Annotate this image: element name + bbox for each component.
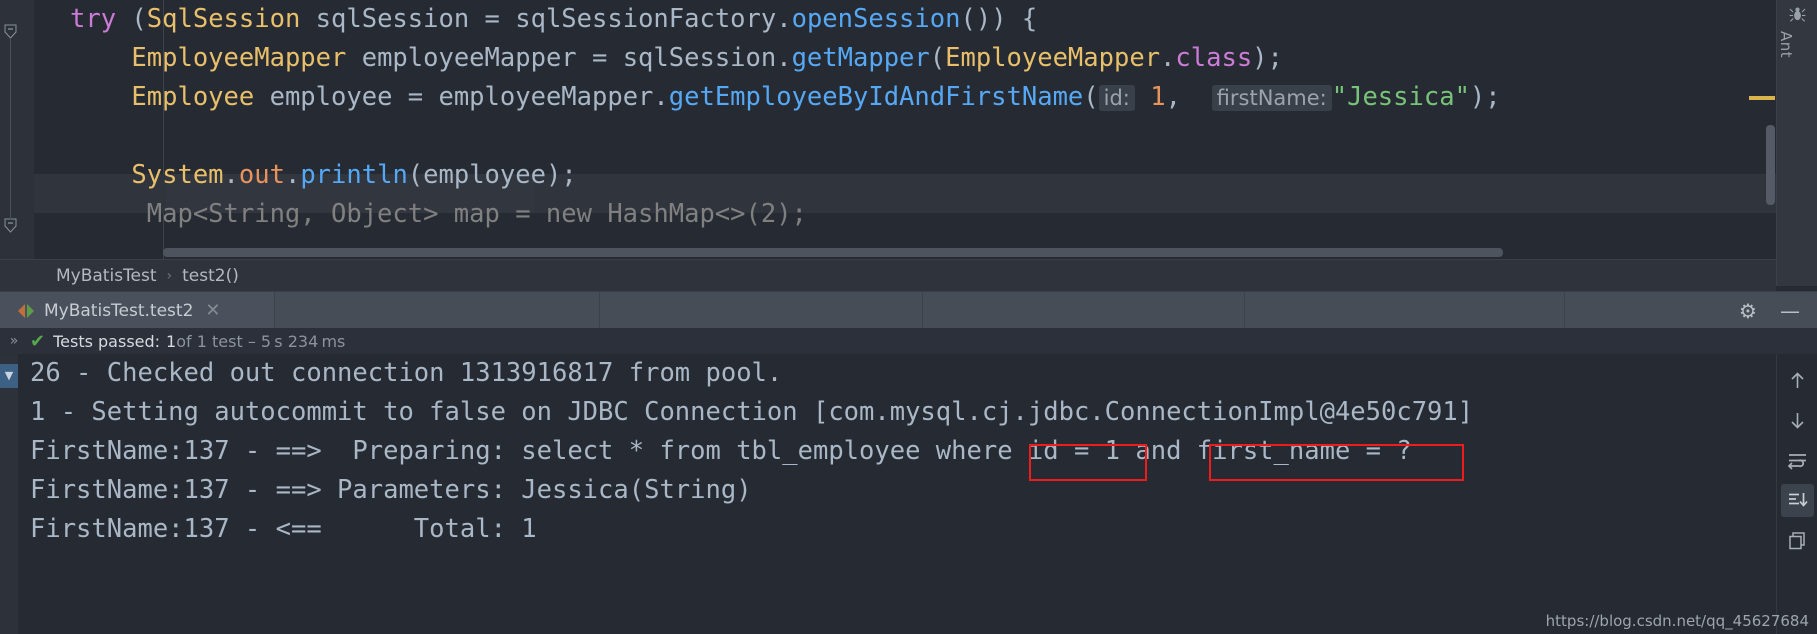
code-token: id: bbox=[1098, 85, 1135, 111]
gear-icon[interactable]: ⚙ bbox=[1737, 300, 1759, 322]
code-token: . bbox=[1160, 43, 1176, 73]
editor-fold-column[interactable] bbox=[38, 0, 60, 259]
code-token: firstName: bbox=[1211, 85, 1332, 111]
code-token: . bbox=[223, 160, 239, 190]
close-icon[interactable]: ✕ bbox=[205, 301, 220, 320]
code-token: employee = employeeMapper. bbox=[254, 82, 669, 112]
code-token: (employee); bbox=[407, 160, 577, 190]
code-line[interactable] bbox=[66, 117, 1776, 156]
ant-bug-icon bbox=[1777, 6, 1817, 29]
fold-marker-try[interactable] bbox=[3, 24, 18, 39]
editor-warning-marker[interactable] bbox=[1749, 96, 1775, 100]
code-editor[interactable]: try (SqlSession sqlSession = sqlSessionF… bbox=[0, 0, 1776, 259]
scroll-down-icon[interactable] bbox=[1781, 404, 1814, 437]
code-token: ( bbox=[1083, 82, 1099, 112]
test-status-bar: » ✔ Tests passed: 1 of 1 test – 5 s 234 … bbox=[0, 328, 1817, 354]
code-line[interactable]: try (SqlSession sqlSession = sqlSessionF… bbox=[66, 0, 1776, 39]
console-line[interactable]: 1 - Setting autocommit to false on JDBC … bbox=[30, 393, 1473, 432]
breadcrumb-class[interactable]: MyBatisTest bbox=[56, 266, 157, 286]
watermark: https://blog.csdn.net/qq_45627684 bbox=[1545, 612, 1809, 630]
console-tool-column[interactable] bbox=[1776, 354, 1817, 634]
scroll-to-end-icon[interactable] bbox=[1781, 484, 1814, 517]
code-token: getEmployeeByIdAndFirstName bbox=[668, 82, 1084, 112]
code-token: EmployeeMapper bbox=[945, 43, 1161, 73]
tabbar-cell-4 bbox=[1245, 292, 1565, 329]
editor-vertical-scrollbar[interactable] bbox=[1749, 0, 1776, 259]
fold-marker-map[interactable] bbox=[3, 218, 18, 233]
right-tool-strip[interactable]: Ant bbox=[1776, 0, 1817, 286]
fold-region-line bbox=[10, 38, 11, 220]
run-config-icon bbox=[18, 303, 34, 318]
code-token: Map<String, Object> map = new HashMap<>(… bbox=[70, 199, 807, 229]
code-token: "Jessica" bbox=[1331, 82, 1470, 112]
code-line[interactable]: System.out.println(employee); bbox=[66, 156, 1776, 195]
ant-tool-label: Ant bbox=[1777, 31, 1795, 59]
code-token: out bbox=[238, 160, 285, 190]
console-collapse-icon[interactable]: ▼ bbox=[0, 364, 18, 388]
code-token: class bbox=[1175, 43, 1253, 73]
console-output[interactable]: ▼ 26 - Checked out connection 1313916817… bbox=[0, 354, 1776, 634]
code-token: System bbox=[131, 160, 224, 190]
console-gutter: ▼ bbox=[0, 354, 18, 634]
code-token: . bbox=[284, 160, 301, 190]
code-token: ( bbox=[929, 43, 946, 73]
code-token: SqlSession bbox=[146, 4, 301, 34]
run-tab-label: MyBatisTest.test2 bbox=[44, 300, 194, 321]
soft-wrap-icon[interactable] bbox=[1781, 444, 1814, 477]
sql-condition-first-name-highlight bbox=[1209, 444, 1464, 481]
run-tab-mybatistest[interactable]: MyBatisTest.test2 ✕ bbox=[0, 292, 275, 329]
code-token: Employee bbox=[131, 82, 255, 112]
console-line[interactable]: FirstName:137 - <== Total: 1 bbox=[30, 510, 1473, 549]
minimize-icon[interactable]: — bbox=[1779, 300, 1801, 322]
code-token: try bbox=[70, 4, 117, 34]
tests-passed-label: Tests passed: bbox=[53, 331, 161, 351]
code-token: openSession bbox=[791, 4, 961, 34]
tests-passed-detail: of 1 test – 5 s 234 ms bbox=[176, 331, 346, 351]
breadcrumb[interactable]: MyBatisTest › test2() bbox=[0, 259, 1776, 291]
code-token: sqlSession = sqlSessionFactory. bbox=[300, 4, 792, 34]
code-token: ); bbox=[1252, 43, 1283, 73]
console-line[interactable]: 26 - Checked out connection 1313916817 f… bbox=[30, 354, 1473, 393]
code-line[interactable]: EmployeeMapper employeeMapper = sqlSessi… bbox=[66, 39, 1776, 78]
code-token: , bbox=[1165, 82, 1212, 112]
ide-window: try (SqlSession sqlSession = sqlSessionF… bbox=[0, 0, 1817, 634]
breadcrumb-method[interactable]: test2() bbox=[182, 266, 239, 286]
code-token: println bbox=[300, 160, 408, 190]
print-icon[interactable] bbox=[1781, 524, 1814, 557]
tabbar-cell-1 bbox=[275, 292, 600, 329]
tabbar-cell-3 bbox=[923, 292, 1245, 329]
run-tool-window-tabbar[interactable]: MyBatisTest.test2 ✕ ⚙ — bbox=[0, 291, 1817, 331]
code-token: employeeMapper = sqlSession. bbox=[346, 43, 792, 73]
expand-chevrons-icon[interactable]: » bbox=[0, 333, 28, 349]
code-token: getMapper bbox=[791, 43, 930, 73]
tests-passed-check-icon: ✔ bbox=[30, 330, 46, 352]
code-token: ( bbox=[116, 4, 147, 34]
scroll-up-icon[interactable] bbox=[1781, 364, 1814, 397]
sql-condition-id-highlight bbox=[1029, 444, 1147, 481]
ant-tool-button[interactable]: Ant bbox=[1777, 6, 1817, 58]
breadcrumb-separator-icon: › bbox=[166, 267, 173, 284]
code-line[interactable]: Map<String, Object> map = new HashMap<>(… bbox=[66, 195, 1776, 234]
code-token: ()) { bbox=[960, 4, 1038, 34]
code-token: EmployeeMapper bbox=[131, 43, 347, 73]
code-token: ); bbox=[1469, 82, 1501, 112]
code-line[interactable]: Employee employee = employeeMapper.getEm… bbox=[66, 78, 1776, 117]
code-token: 1 bbox=[1150, 82, 1166, 112]
code-text[interactable]: try (SqlSession sqlSession = sqlSessionF… bbox=[66, 0, 1776, 259]
tests-passed-count: 1 bbox=[166, 331, 177, 351]
editor-scroll-thumb[interactable] bbox=[1766, 125, 1775, 205]
editor-horizontal-scrollbar[interactable] bbox=[163, 248, 1503, 257]
tabbar-cell-2 bbox=[600, 292, 923, 329]
